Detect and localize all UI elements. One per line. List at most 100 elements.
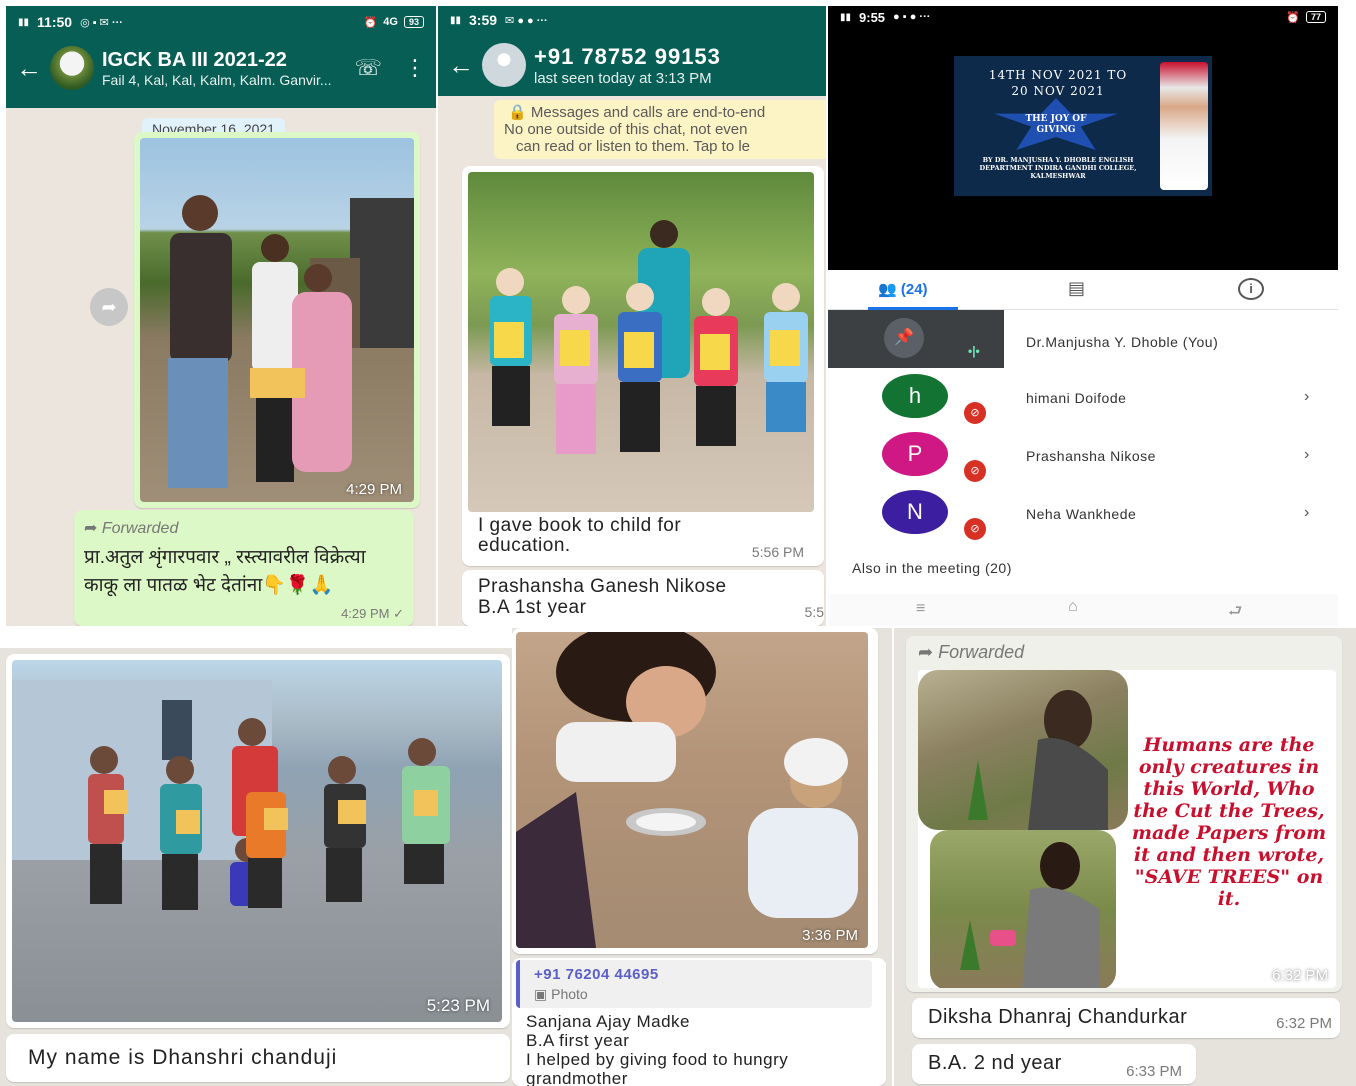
info-icon: i [1249,281,1253,296]
encryption-line-3: can read or listen to them. Tap to le [516,138,751,155]
forward-button[interactable]: ➦ [90,288,128,326]
chat-title: IGCK BA III 2021-22 [102,48,287,71]
chat-header: ▮▮ 11:50 ◎ ▪ ✉ ··· ⏰ 4G 93 ← IGCK BA III… [6,6,436,108]
status-bar: ▮▮ 9:55 ● ▪ ● ··· ⏰ 77 [828,6,1338,28]
pin-icon: 📌 [894,329,914,346]
participant-neha[interactable]: N ⊘ Neha Wankhede › [828,484,1338,542]
forwarded-label: Forwarded [938,642,1025,662]
more-options-icon[interactable]: ⋮ [404,55,426,81]
encryption-notice[interactable]: 🔒 Messages and calls are end-to-end No o… [494,100,826,159]
contact-avatar[interactable] [482,43,526,87]
mic-off-icon: ⊘ [964,518,986,540]
participant-himani[interactable]: h ⊘ himani Doifode › [828,368,1338,426]
slide-badge-text: THE JOY OF GIVING [1025,114,1087,135]
forwarded-label: Forwarded [101,520,179,537]
chevron-right-icon[interactable]: › [1304,388,1309,406]
status-bar: ▮▮ 11:50 ◎ ▪ ✉ ··· ⏰ 4G 93 [6,6,436,38]
self-tile: 📌 •|• [828,310,1004,368]
caption-time: 5:56 PM [751,544,804,560]
status-time: 9:55 [859,9,886,25]
status-time: 11:50 [37,14,73,30]
lock-icon: 🔒 [508,104,527,121]
back-icon[interactable]: ⮐ [1228,600,1242,626]
photo-time: 3:36 PM [802,927,858,944]
name-message-text: Diksha Dhanraj Chandurkar [928,1006,1188,1028]
notification-icons: ◎ ▪ ✉ ··· [80,16,123,29]
text-message-bubble[interactable]: ➦ Forwarded प्रा.अतुल शृंगारपवार „ रस्त्… [74,510,414,626]
poster-image[interactable]: Humans are the only creatures in this Wo… [918,670,1336,988]
message-text: Sanjana Ajay Madke B.A first year I help… [526,1012,789,1086]
next-message-text: Prashansha Ganesh Nikose B.A 1st year [478,576,727,618]
battery-indicator: 77 [1305,11,1326,23]
contact-name: +91 78752 99153 [534,43,721,69]
shared-slide: 14TH NOV 2021 TO 20 NOV 2021 THE JOY OF … [954,56,1212,196]
poster-quote: Humans are the only creatures in this Wo… [1131,734,1327,910]
tab-chat[interactable]: ▤ [1068,278,1085,299]
participant-self[interactable]: 📌 •|• Dr.Manjusha Y. Dhoble (You) [828,310,1338,368]
photo-message-bubble[interactable]: 5:23 PM [6,654,510,1028]
slide-date-1: 14TH NOV 2021 TO [988,68,1128,82]
chat-title-block[interactable]: +91 78752 99153 last seen today at 3:13 … [534,44,816,87]
reply-type: Photo [551,986,588,1002]
meet-tabs: 👥 (24) ▤ i [828,270,1338,310]
photo-message-bubble[interactable]: I gave book to child for education. 5:56… [462,166,824,566]
photo-illustration [490,220,808,454]
forwarded-row: ➦ Forwarded [84,518,178,538]
photo-illustration [968,690,1108,830]
poster-photo-bottom [930,830,1116,988]
tab-people[interactable]: 👥 (24) [878,280,928,298]
chevron-right-icon[interactable]: › [1304,504,1309,522]
chat-icon: ▤ [1068,278,1086,298]
chevron-right-icon[interactable]: › [1304,446,1309,464]
last-seen: last seen today at 3:13 PM [534,69,712,87]
slide-date-2: 20 NOV 2021 [1011,84,1105,98]
add-call-icon[interactable]: ☏ [354,55,382,81]
photo-children-books[interactable] [468,172,814,512]
back-arrow-icon[interactable]: ← [448,52,474,78]
text-message-bubble[interactable]: My name is Dhanshri chanduji [6,1034,510,1082]
photo-message-bubble[interactable]: ➦ Forwarded Humans are the only creature… [906,636,1342,992]
also-in-meeting[interactable]: Also in the meeting (20) [852,560,1012,576]
photo-roadside-gift[interactable]: 4:29 PM [140,138,414,502]
photo-village-children[interactable]: 5:23 PM [12,660,502,1022]
encryption-line-1: Messages and calls are end-to-end [530,104,766,121]
home-icon[interactable]: ⌂ [1068,598,1078,616]
panel-food-photo: 3:36 PM +91 76204 44695 ▣ Photo Sanjana … [512,628,892,1086]
text-message-bubble[interactable]: +91 76204 44695 ▣ Photo Sanjana Ajay Mad… [512,958,886,1086]
slide-portrait [1160,62,1208,190]
status-time: 3:59 [469,12,498,28]
self-avatar: 📌 [884,318,924,358]
year-message-bubble[interactable]: B.A. 2 nd year 6:33 PM [912,1044,1196,1084]
panel-google-meet: ▮▮ 9:55 ● ▪ ● ··· ⏰ 77 14TH NOV 2021 TO … [828,6,1338,626]
participant-name: Neha Wankhede [1026,506,1137,522]
participant-name: himani Doifode [1026,390,1127,406]
forwarded-row: ➦ Forwarded [918,642,1024,663]
reply-quote[interactable]: +91 76204 44695 ▣ Photo [516,960,872,1008]
year-message-time: 6:33 PM [1126,1063,1182,1080]
photo-giving-food[interactable]: 3:36 PM [516,632,868,948]
next-message-time: 5:5 [804,604,824,620]
text-message-bubble[interactable]: Prashansha Ganesh Nikose B.A 1st year 5:… [462,570,824,626]
photo-message-bubble[interactable]: 4:29 PM [134,132,420,508]
photo-illustration [12,680,450,910]
nav-bar: ≡ ⌂ ⮐ [828,594,1338,626]
panel-whatsapp-group: ▮▮ 11:50 ◎ ▪ ✉ ··· ⏰ 4G 93 ← IGCK BA III… [6,6,436,626]
name-message-time: 6:32 PM [1276,1015,1332,1032]
back-arrow-icon[interactable]: ← [16,55,42,81]
battery-indicator: 93 [403,16,424,28]
panel-save-trees: ➦ Forwarded Humans are the only creature… [894,628,1356,1086]
name-message-bubble[interactable]: Diksha Dhanraj Chandurkar 6:32 PM [912,998,1340,1038]
people-count: (24) [900,281,928,298]
recent-apps-icon[interactable]: ≡ [916,600,925,618]
caption-text: My name is Dhanshri chanduji [28,1046,338,1069]
mic-off-icon: ⊘ [964,460,986,482]
group-avatar[interactable] [50,46,94,90]
photo-caption: I gave book to child for education. [478,515,682,556]
photo-time: 5:23 PM [426,996,490,1015]
photo-message-bubble[interactable]: 3:36 PM [512,628,878,954]
participant-prashansha[interactable]: P ⊘ Prashansha Nikose › [828,426,1338,484]
forwarded-arrow-icon: ➦ [918,642,934,662]
tab-info[interactable]: i [1238,278,1264,300]
chat-title-block[interactable]: IGCK BA III 2021-22 Fail 4, Kal, Kal, Ka… [102,49,346,88]
participant-name: Dr.Manjusha Y. Dhoble (You) [1026,334,1219,350]
